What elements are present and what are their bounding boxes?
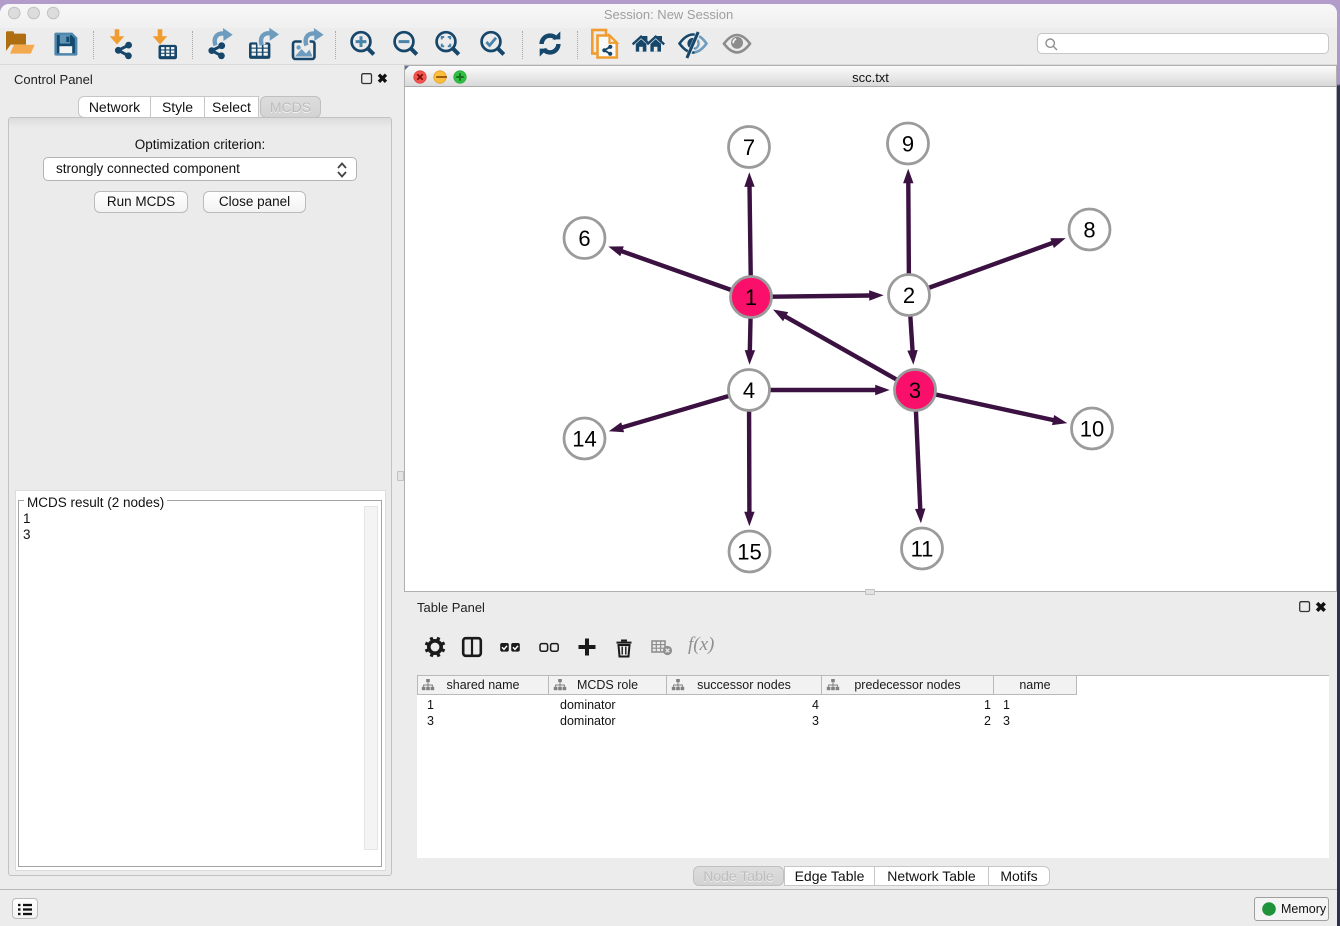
svg-text:11: 11: [911, 537, 934, 562]
svg-text:6: 6: [578, 226, 590, 251]
svg-text:9: 9: [902, 132, 914, 157]
svg-text:4: 4: [743, 378, 755, 403]
svg-text:3: 3: [909, 378, 921, 403]
svg-text:1: 1: [745, 285, 757, 310]
svg-text:7: 7: [743, 135, 755, 160]
svg-text:2: 2: [903, 283, 915, 308]
svg-text:10: 10: [1080, 417, 1104, 442]
svg-text:15: 15: [737, 540, 761, 565]
svg-text:8: 8: [1083, 218, 1095, 243]
svg-text:14: 14: [572, 427, 596, 452]
